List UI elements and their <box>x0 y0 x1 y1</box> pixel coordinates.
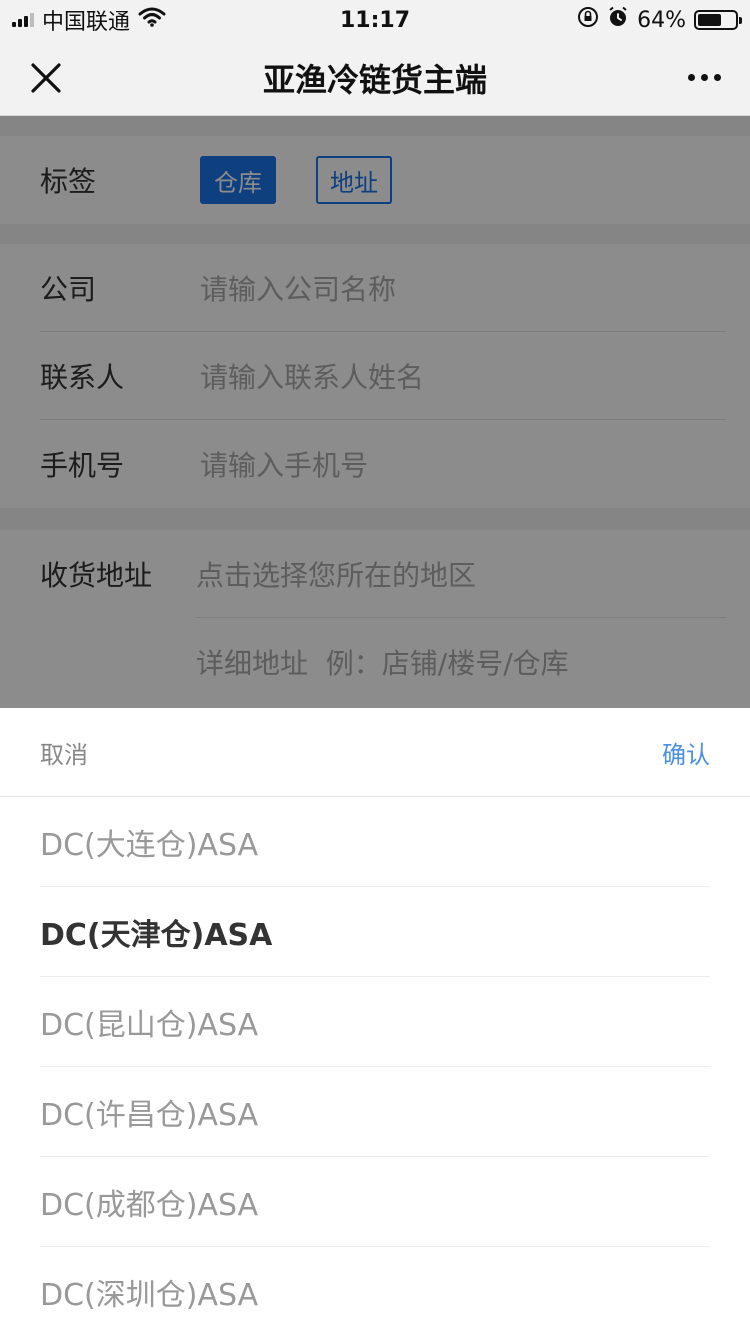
picker-option[interactable]: DC(成都仓)ASA <box>40 1157 710 1247</box>
close-icon <box>31 62 61 93</box>
battery-icon <box>694 10 742 30</box>
status-bar: 中国联通 11:17 64% <box>0 0 750 40</box>
cancel-button[interactable]: 取消 <box>40 735 88 770</box>
carrier-label: 中国联通 <box>42 10 131 35</box>
more-button[interactable] <box>658 40 750 116</box>
modal-overlay[interactable] <box>0 116 750 708</box>
rotation-lock-icon <box>577 6 599 34</box>
confirm-button[interactable]: 确认 <box>662 735 710 770</box>
more-icon <box>687 74 721 81</box>
picker-header: 取消 确认 <box>0 708 750 797</box>
close-button[interactable] <box>0 40 92 116</box>
picker-options: DC(大连仓)ASA DC(天津仓)ASA DC(昆山仓)ASA DC(许昌仓)… <box>0 797 750 1334</box>
alarm-icon <box>607 6 629 34</box>
status-right: 64% <box>478 6 742 34</box>
page-title: 亚渔冷链货主端 <box>262 60 487 99</box>
picker-option[interactable]: DC(昆山仓)ASA <box>40 977 710 1067</box>
picker-option-selected[interactable]: DC(天津仓)ASA <box>40 887 710 977</box>
picker-option[interactable]: DC(大连仓)ASA <box>40 797 710 887</box>
battery-level <box>698 14 722 26</box>
status-time: 11:17 <box>339 7 411 33</box>
status-left: 中国联通 <box>12 4 272 36</box>
battery-percent: 64% <box>637 7 686 33</box>
warehouse-picker: 取消 确认 DC(大连仓)ASA DC(天津仓)ASA DC(昆山仓)ASA D… <box>0 708 750 1334</box>
picker-option[interactable]: DC(深圳仓)ASA <box>40 1247 710 1334</box>
signal-icon <box>12 13 34 27</box>
nav-bar: 亚渔冷链货主端 <box>0 40 750 116</box>
wifi-icon <box>138 7 166 33</box>
picker-option[interactable]: DC(许昌仓)ASA <box>40 1067 710 1157</box>
